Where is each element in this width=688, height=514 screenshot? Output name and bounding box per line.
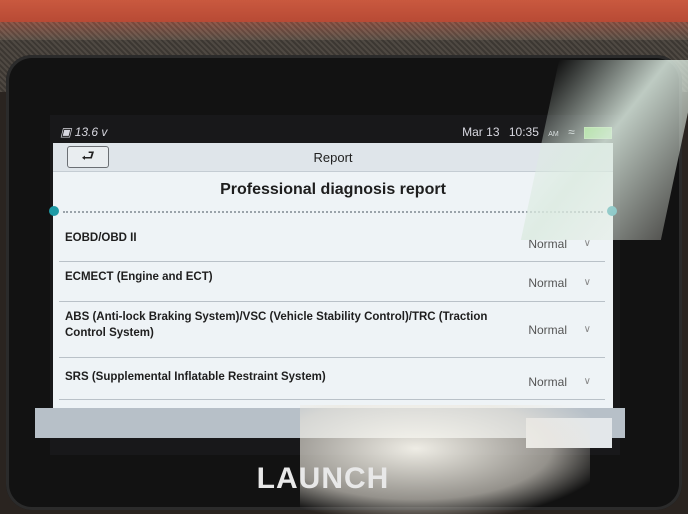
chevron-down-icon[interactable]: ∨	[584, 324, 591, 335]
back-button[interactable]: ⮐	[67, 146, 109, 168]
voltage-value: 13.6	[74, 125, 99, 139]
row-status: Normal	[528, 323, 567, 337]
voltage-readout: ▣ 13.6 v	[60, 125, 107, 139]
heading-divider	[63, 211, 603, 213]
report-window: Report ⮐ Professional diagnosis report E…	[49, 143, 617, 435]
time-text: 10:35	[508, 125, 539, 139]
report-row-abs[interactable]: ABS (Anti-lock Braking System)/VSC (Vehi…	[59, 301, 605, 358]
report-row-ecmect[interactable]: ECMECT (Engine and ECT) Normal ∨	[59, 261, 605, 302]
row-label: ECMECT (Engine and ECT)	[65, 271, 213, 283]
voltage-unit: v	[101, 125, 108, 139]
row-label: SRS (Supplemental Inflatable Restraint S…	[65, 371, 326, 383]
row-status: Normal	[528, 276, 567, 290]
row-label: ABS (Anti-lock Braking System)/VSC (Vehi…	[65, 311, 488, 339]
title-bar: Report ⮐	[53, 143, 613, 172]
chevron-down-icon[interactable]: ∨	[584, 376, 591, 387]
row-label: EOBD/OBD II	[65, 232, 137, 244]
screen-glare	[300, 405, 590, 514]
chevron-down-icon[interactable]: ∨	[584, 277, 591, 288]
car-battery-icon: ▣	[60, 125, 72, 139]
row-status: Normal	[528, 375, 567, 389]
window-title: Report	[313, 150, 353, 165]
back-arrow-icon: ⮐	[81, 148, 95, 165]
date-text: Mar 13	[462, 125, 500, 139]
report-row-srs[interactable]: SRS (Supplemental Inflatable Restraint S…	[59, 357, 605, 400]
brand-logo: LAUNCH	[256, 462, 390, 495]
status-bar: ▣ 13.6 v Mar 13 10:35 AM ≈	[60, 122, 620, 142]
left-accent-dot	[49, 206, 59, 216]
